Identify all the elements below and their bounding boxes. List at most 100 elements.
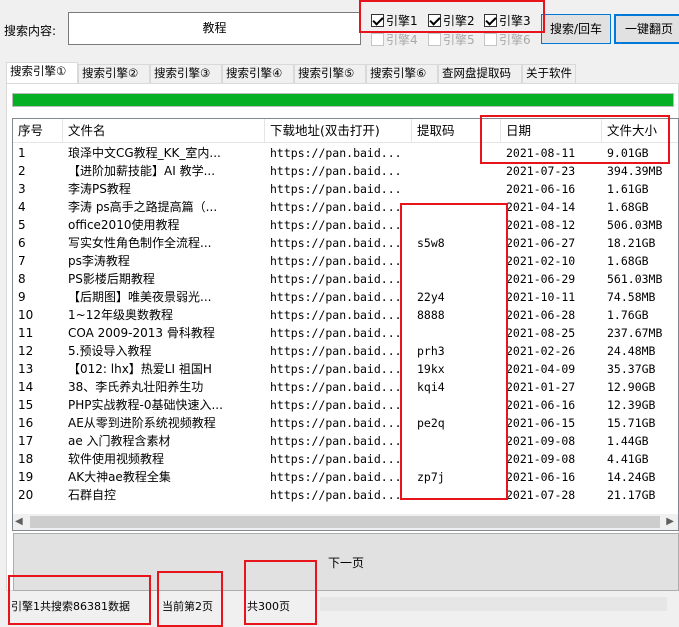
- cell-url[interactable]: https://pan.baid...: [270, 288, 411, 306]
- cell-filename: 【后期图】唯美夜景弱光...: [68, 290, 212, 304]
- cell-index: 7: [18, 254, 26, 268]
- tab-5[interactable]: 搜索引擎⑤: [294, 64, 366, 83]
- tab-2[interactable]: 搜索引擎②: [78, 64, 150, 83]
- scroll-left-icon[interactable]: ◀: [15, 516, 23, 527]
- table-row[interactable]: 18 软件使用视频教程 https://pan.baid... 2021-09-08 4…: [13, 450, 678, 468]
- cell-index: 13: [18, 362, 34, 376]
- table-row[interactable]: 19 AK大神ae教程全集 https://pan.baid... zp7j 2021-…: [13, 468, 678, 486]
- cell-url[interactable]: https://pan.baid...: [270, 198, 411, 216]
- table-row[interactable]: 6 写实女性角色制作全流程... https://pan.baid... s5w8 20…: [13, 234, 678, 252]
- table-row[interactable]: 11 COA 2009-2013 骨科教程 https://pan.baid... 2…: [13, 324, 678, 342]
- tab-8[interactable]: 关于软件: [522, 64, 576, 83]
- next-page-button[interactable]: 下一页: [13, 533, 679, 591]
- header-col-index[interactable]: 序号: [13, 119, 63, 143]
- cell-url[interactable]: https://pan.baid...: [270, 180, 411, 198]
- cell-size: 506.03MB: [607, 218, 663, 232]
- cell-url[interactable]: https://pan.baid...: [270, 162, 411, 180]
- engine-checkbox-label: 引擎6: [499, 33, 531, 47]
- tab-6[interactable]: 搜索引擎⑥: [366, 64, 438, 83]
- header-col-code[interactable]: 提取码: [412, 119, 501, 143]
- scroll-right-icon[interactable]: ▶: [666, 516, 674, 527]
- cell-url[interactable]: https://pan.baid...: [270, 342, 411, 360]
- header-col-url[interactable]: 下载地址(双击打开): [265, 119, 412, 143]
- cell-index: 6: [18, 236, 26, 250]
- cell-url[interactable]: https://pan.baid...: [270, 486, 411, 504]
- table-row[interactable]: 17 ae 入门教程含素材 https://pan.baid... 2021-09-0…: [13, 432, 678, 450]
- cell-date: 2021-07-28: [506, 488, 576, 502]
- cell-url[interactable]: https://pan.baid...: [270, 216, 411, 234]
- cell-url[interactable]: https://pan.baid...: [270, 450, 411, 468]
- cell-index: 3: [18, 182, 26, 196]
- table-row[interactable]: 20 石群自控 https://pan.baid... 2021-07-28 21.17…: [13, 486, 678, 504]
- cell-url[interactable]: https://pan.baid...: [270, 378, 411, 396]
- table-row[interactable]: 13 【012: lhx】热爱LI 祖国H https://pan.baid... 1…: [13, 360, 678, 378]
- cell-size: 394.39MB: [607, 164, 663, 178]
- cell-date: 2021-06-16: [506, 182, 576, 196]
- results-table: 序号 文件名 下载地址(双击打开) 提取码 日期 文件大小 1 琅泽中文CG教程_KK_室内…: [12, 118, 679, 531]
- cell-size: 74.58MB: [607, 290, 656, 304]
- cell-filename: ae 入门教程含素材: [68, 434, 171, 448]
- cell-url[interactable]: https://pan.baid...: [270, 252, 411, 270]
- table-row[interactable]: 16 AE从零到进阶系统视频教程 https://pan.baid... pe2q 20…: [13, 414, 678, 432]
- table-row[interactable]: 9 【后期图】唯美夜景弱光... https://pan.baid... 22y4 20…: [13, 288, 678, 306]
- header-col-date[interactable]: 日期: [501, 119, 602, 143]
- checkbox-checked-icon[interactable]: [371, 14, 384, 27]
- tab-1[interactable]: 搜索引擎①: [6, 62, 78, 83]
- table-row[interactable]: 4 李涛 ps高手之路提高篇（... https://pan.baid... 2021…: [13, 198, 678, 216]
- table-row[interactable]: 12 5.预设导入教程 https://pan.baid... prh3 2021-02…: [13, 342, 678, 360]
- cell-index: 10: [18, 308, 34, 322]
- tab-7[interactable]: 查网盘提取码: [438, 64, 522, 83]
- cell-url[interactable]: https://pan.baid...: [270, 468, 411, 486]
- tab-4[interactable]: 搜索引擎④: [222, 64, 294, 83]
- cell-url[interactable]: https://pan.baid...: [270, 396, 411, 414]
- table-row[interactable]: 2 【进阶加薪技能】AI 教学... https://pan.baid... 2021…: [13, 162, 678, 180]
- cell-filename: 李涛 ps高手之路提高篇（...: [68, 200, 218, 214]
- cell-size: 14.24GB: [607, 470, 656, 484]
- engine-checkbox-2[interactable]: 引擎2: [428, 12, 475, 29]
- checkbox-checked-icon[interactable]: [428, 14, 441, 27]
- cell-size: 15.71GB: [607, 416, 656, 430]
- cell-filename: 李涛PS教程: [68, 182, 131, 196]
- table-row[interactable]: 3 李涛PS教程 https://pan.baid... 2021-06-16 1.61…: [13, 180, 678, 198]
- checkbox-checked-icon[interactable]: [484, 14, 497, 27]
- tab-3[interactable]: 搜索引擎③: [150, 64, 222, 83]
- cell-url[interactable]: https://pan.baid...: [270, 306, 411, 324]
- cell-date: 2021-09-08: [506, 434, 576, 448]
- table-row[interactable]: 7 ps李涛教程 https://pan.baid... 2021-02-10 1.68…: [13, 252, 678, 270]
- cell-index: 18: [18, 452, 34, 466]
- status-current-page: 当前第2页: [162, 600, 213, 613]
- table-row[interactable]: 15 PHP实战教程-0基础快速入... https://pan.baid... 20…: [13, 396, 678, 414]
- scrollbar-thumb[interactable]: [30, 516, 660, 528]
- engine-checkbox-3[interactable]: 引擎3: [484, 12, 531, 29]
- header-col-filename[interactable]: 文件名: [63, 119, 265, 143]
- cell-size: 24.48MB: [607, 344, 656, 358]
- cell-url[interactable]: https://pan.baid...: [270, 414, 411, 432]
- cell-url[interactable]: https://pan.baid...: [270, 270, 411, 288]
- header-col-size[interactable]: 文件大小: [602, 119, 678, 143]
- cell-date: 2021-06-16: [506, 398, 576, 412]
- table-row[interactable]: 8 PS影楼后期教程 https://pan.baid... 2021-06-29 56…: [13, 270, 678, 288]
- cell-date: 2021-09-08: [506, 452, 576, 466]
- cell-code: 19kx: [417, 362, 445, 376]
- cell-filename: office2010使用教程: [68, 218, 180, 232]
- search-button[interactable]: 搜索/回车: [541, 14, 611, 44]
- cell-url[interactable]: https://pan.baid...: [270, 324, 411, 342]
- search-input[interactable]: 教程: [68, 12, 361, 45]
- engine-checkbox-label: 引擎1: [386, 14, 418, 28]
- horizontal-scrollbar[interactable]: ◀ ▶: [13, 514, 678, 530]
- cell-url[interactable]: https://pan.baid...: [270, 360, 411, 378]
- table-row[interactable]: 5 office2010使用教程 https://pan.baid... 2021-0…: [13, 216, 678, 234]
- table-row[interactable]: 14 38、李氏养丸壮阳养生功 https://pan.baid... kqi4 202…: [13, 378, 678, 396]
- cell-url[interactable]: https://pan.baid...: [270, 144, 411, 162]
- cell-size: 1.61GB: [607, 182, 649, 196]
- cell-code: s5w8: [417, 236, 445, 250]
- cell-date: 2021-06-28: [506, 308, 576, 322]
- table-row[interactable]: 10 1~12年级奥数教程 https://pan.baid... 8888 2021-…: [13, 306, 678, 324]
- cell-url[interactable]: https://pan.baid...: [270, 432, 411, 450]
- cell-filename: AK大神ae教程全集: [68, 470, 171, 484]
- one-click-flip-button[interactable]: 一键翻页: [614, 14, 679, 44]
- cell-index: 9: [18, 290, 26, 304]
- table-row[interactable]: 1 琅泽中文CG教程_KK_室内... https://pan.baid... 202…: [13, 144, 678, 162]
- cell-url[interactable]: https://pan.baid...: [270, 234, 411, 252]
- engine-checkbox-1[interactable]: 引擎1: [371, 12, 418, 29]
